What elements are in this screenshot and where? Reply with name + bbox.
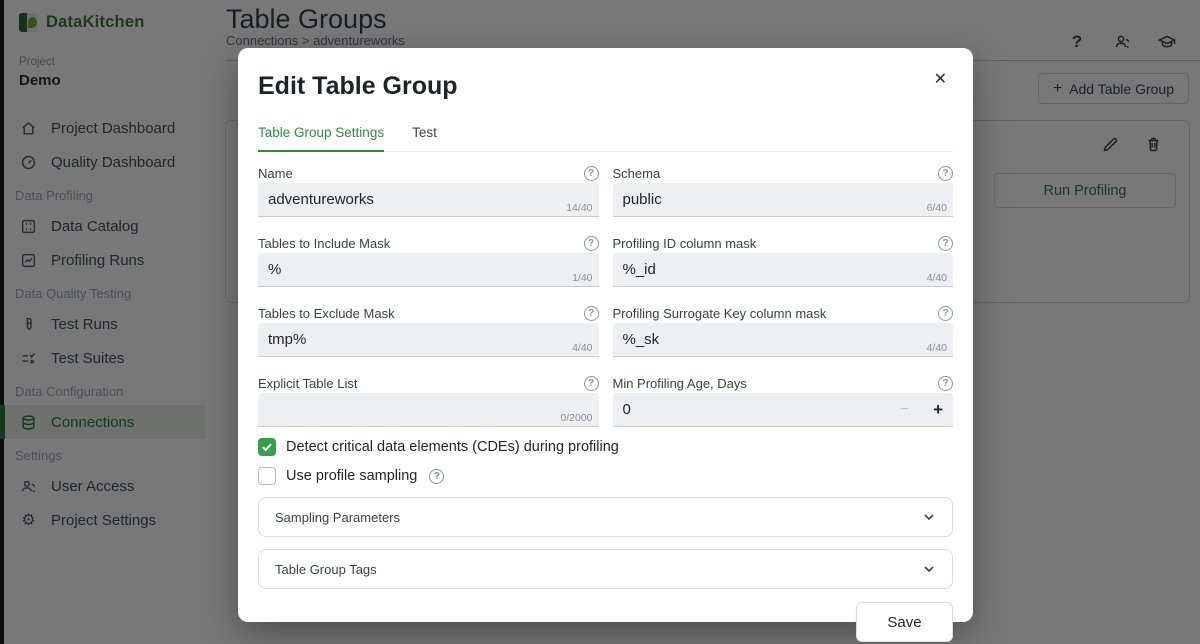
help-circle-icon[interactable]: ? — [938, 306, 953, 321]
field-label: Schema — [613, 166, 661, 181]
number-stepper: − + — [900, 393, 943, 426]
profiling-id-mask-input[interactable]: %_id 4/40 — [613, 253, 954, 287]
field-label: Name — [258, 166, 293, 181]
modal-tabs: Table Group Settings Test — [258, 125, 953, 152]
field-label: Tables to Exclude Mask — [258, 306, 395, 321]
char-counter: 4/40 — [572, 342, 592, 354]
input-value: %_sk — [623, 331, 660, 348]
help-circle-icon[interactable]: ? — [584, 236, 599, 251]
panel-label: Table Group Tags — [275, 562, 377, 577]
help-circle-icon[interactable]: ? — [584, 376, 599, 391]
char-counter: 0/2000 — [560, 412, 592, 424]
close-icon[interactable]: ✕ — [934, 72, 947, 88]
input-value: tmp% — [268, 331, 306, 348]
checkbox-checked[interactable] — [258, 438, 276, 456]
field-schema: Schema ? public 6/40 — [613, 156, 954, 217]
field-surrogate-key-mask: Profiling Surrogate Key column mask ? %_… — [613, 296, 954, 357]
char-counter: 14/40 — [566, 202, 592, 214]
checkbox-unchecked[interactable] — [258, 467, 276, 485]
char-counter: 1/40 — [572, 272, 592, 284]
field-profiling-id-mask: Profiling ID column mask ? %_id 4/40 — [613, 226, 954, 287]
help-circle-icon[interactable]: ? — [584, 166, 599, 181]
checkbox-label: Use profile sampling — [286, 468, 417, 484]
field-tables-exclude-mask: Tables to Exclude Mask ? tmp% 4/40 — [258, 296, 599, 357]
decrement-icon[interactable]: − — [900, 401, 909, 419]
table-group-tags-panel[interactable]: Table Group Tags — [258, 549, 953, 589]
field-name: Name ? adventureworks 14/40 — [258, 156, 599, 217]
schema-input[interactable]: public 6/40 — [613, 183, 954, 217]
chevron-down-icon — [922, 562, 936, 576]
field-label: Profiling ID column mask — [613, 236, 757, 251]
input-value: public — [623, 191, 662, 208]
help-circle-icon[interactable]: ? — [938, 236, 953, 251]
edit-table-group-modal: Edit Table Group ✕ Table Group Settings … — [238, 48, 973, 622]
field-label: Tables to Include Mask — [258, 236, 390, 251]
check-icon — [261, 441, 273, 453]
modal-title: Edit Table Group — [258, 72, 953, 101]
explicit-table-list-input[interactable]: 0/2000 — [258, 393, 599, 427]
input-value: % — [268, 261, 281, 278]
tables-exclude-mask-input[interactable]: tmp% 4/40 — [258, 323, 599, 357]
tab-test[interactable]: Test — [412, 125, 437, 151]
help-circle-icon[interactable]: ? — [584, 306, 599, 321]
field-tables-include-mask: Tables to Include Mask ? % 1/40 — [258, 226, 599, 287]
modal-footer: Save — [258, 602, 953, 642]
settings-form: Name ? adventureworks 14/40 Schema ? pub… — [258, 156, 953, 427]
tab-table-group-settings[interactable]: Table Group Settings — [258, 125, 384, 152]
name-input[interactable]: adventureworks 14/40 — [258, 183, 599, 217]
field-label: Profiling Surrogate Key column mask — [613, 306, 827, 321]
input-value: %_id — [623, 261, 656, 278]
char-counter: 4/40 — [927, 272, 947, 284]
help-circle-icon[interactable]: ? — [429, 469, 444, 484]
field-label: Min Profiling Age, Days — [613, 376, 747, 391]
field-min-profiling-age: Min Profiling Age, Days ? 0 − + — [613, 366, 954, 427]
checkbox-label: Detect critical data elements (CDEs) dur… — [286, 439, 619, 455]
tables-include-mask-input[interactable]: % 1/40 — [258, 253, 599, 287]
char-counter: 6/40 — [927, 202, 947, 214]
input-value: 0 — [623, 401, 631, 418]
detect-cdes-checkbox-row[interactable]: Detect critical data elements (CDEs) dur… — [258, 438, 953, 456]
min-profiling-age-input[interactable]: 0 − + — [613, 393, 954, 427]
char-counter: 4/40 — [927, 342, 947, 354]
field-label: Explicit Table List — [258, 376, 357, 391]
sampling-parameters-panel[interactable]: Sampling Parameters — [258, 497, 953, 537]
surrogate-key-mask-input[interactable]: %_sk 4/40 — [613, 323, 954, 357]
increment-icon[interactable]: + — [933, 400, 943, 420]
profile-sampling-checkbox-row[interactable]: Use profile sampling ? — [258, 467, 953, 485]
save-button[interactable]: Save — [856, 602, 953, 642]
panel-label: Sampling Parameters — [275, 510, 400, 525]
chevron-down-icon — [922, 510, 936, 524]
help-circle-icon[interactable]: ? — [938, 376, 953, 391]
field-explicit-table-list: Explicit Table List ? 0/2000 — [258, 366, 599, 427]
input-value: adventureworks — [268, 191, 374, 208]
help-circle-icon[interactable]: ? — [938, 166, 953, 181]
